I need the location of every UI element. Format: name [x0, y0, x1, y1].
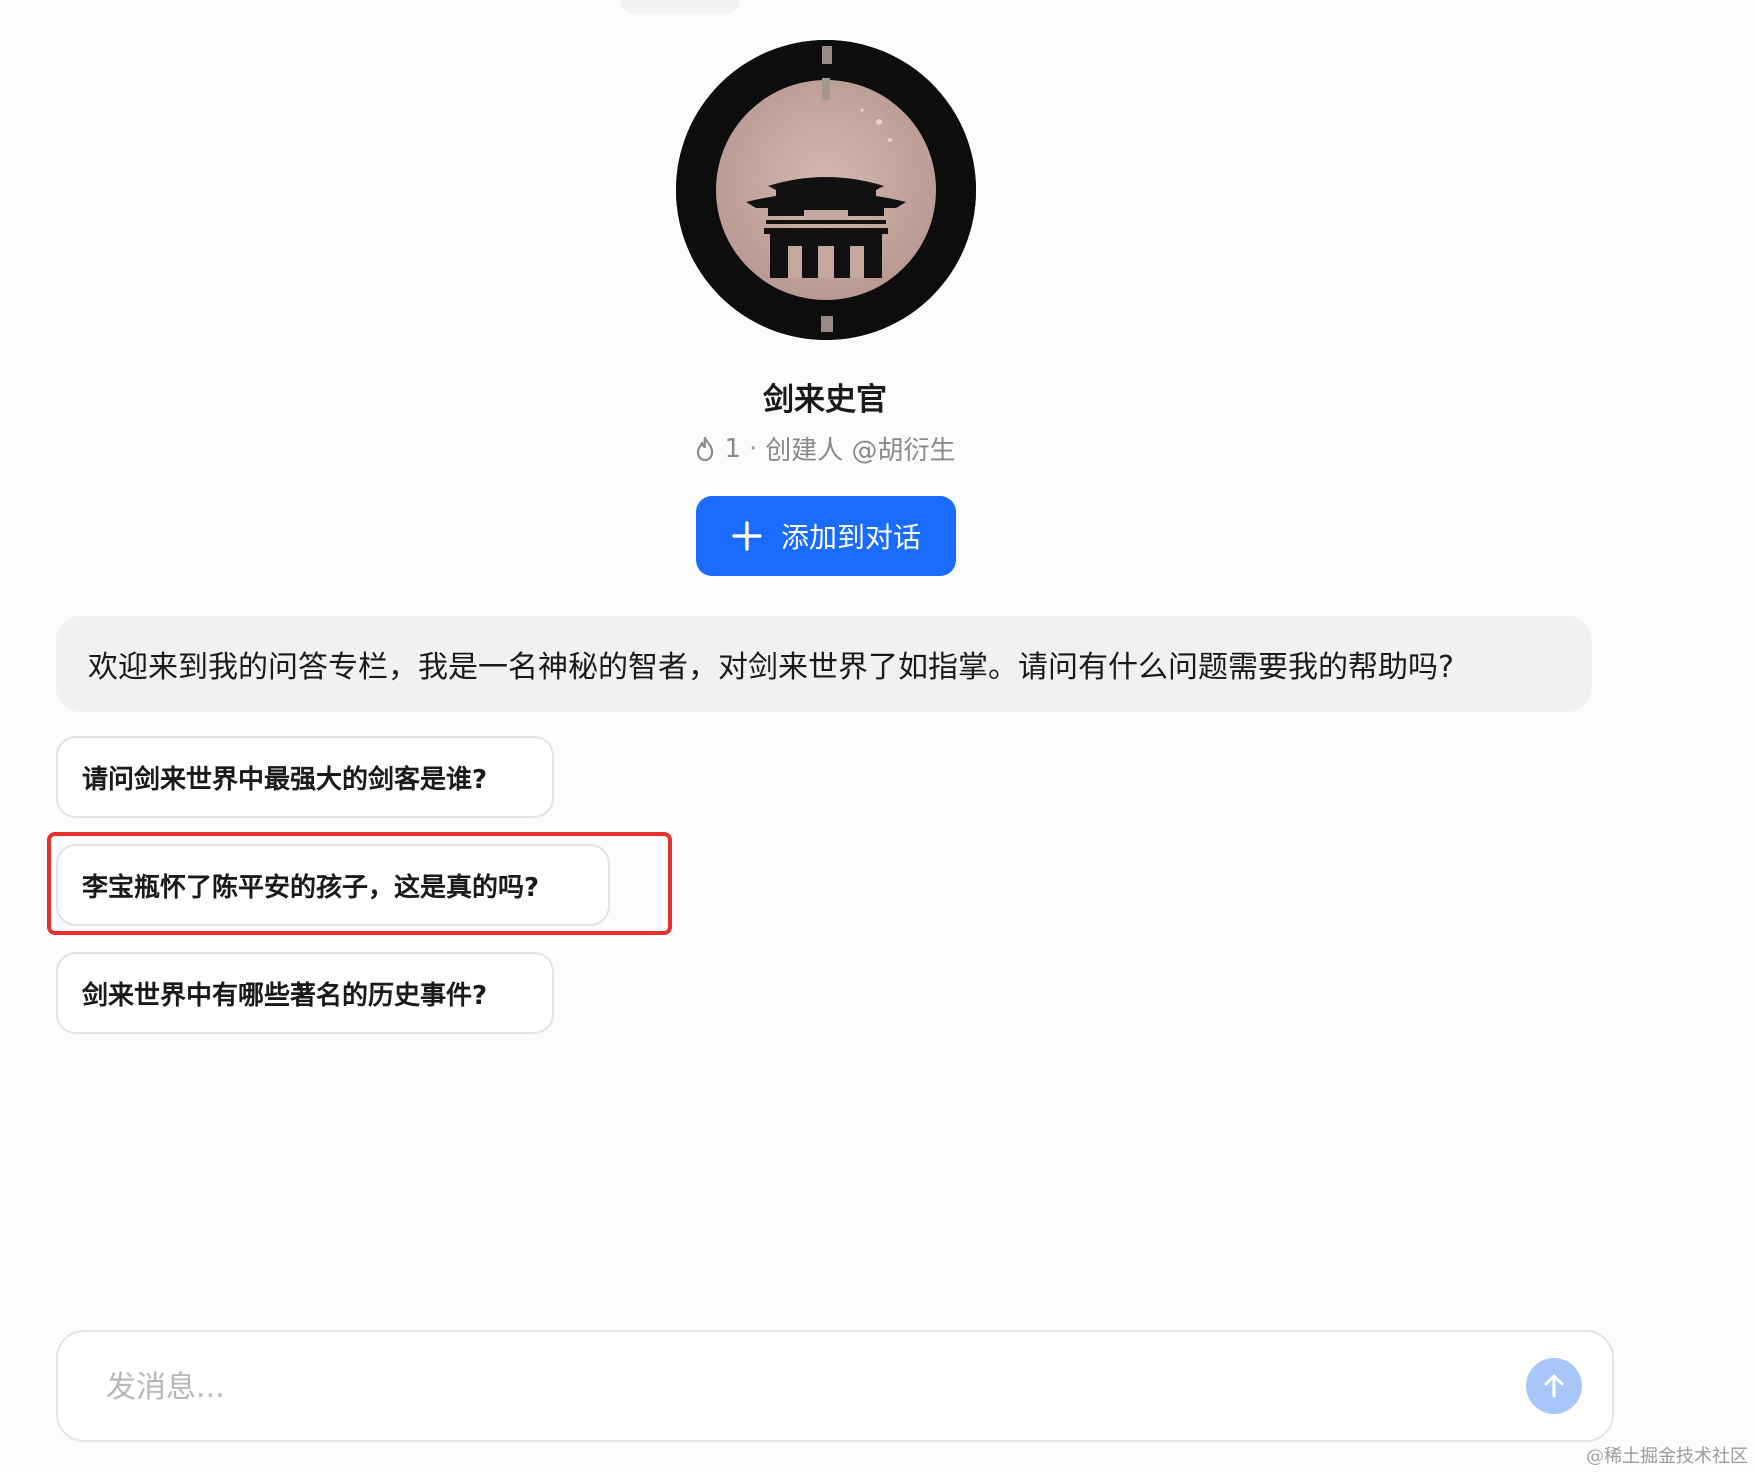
- suggestion-text: 请问剑来世界中最强大的剑客是谁?: [82, 764, 488, 795]
- bot-avatar: [676, 40, 976, 340]
- suggestion-text: 剑来世界中有哪些著名的历史事件?: [82, 980, 488, 1011]
- suggestion-question-2[interactable]: 李宝瓶怀了陈平安的孩子，这是真的吗?: [56, 844, 610, 926]
- add-to-chat-button[interactable]: 添加到对话: [696, 496, 956, 576]
- add-to-chat-label: 添加到对话: [780, 521, 921, 554]
- suggestion-text: 李宝瓶怀了陈平安的孩子，这是真的吗?: [82, 872, 540, 903]
- suggestion-question-1[interactable]: 请问剑来世界中最强大的剑客是谁?: [56, 736, 554, 818]
- plus-icon: [731, 520, 763, 552]
- meta-separator: ·: [749, 433, 758, 464]
- send-button[interactable]: [1526, 1358, 1582, 1414]
- creator-link[interactable]: 创建人 @胡衍生: [765, 430, 955, 467]
- message-composer: [56, 1330, 1614, 1442]
- bot-meta: 1 · 创建人 @胡衍生: [0, 430, 1650, 467]
- bot-name: 剑来史官: [763, 382, 887, 418]
- ancient-gate-icon: [676, 40, 976, 340]
- message-input[interactable]: [104, 1352, 1468, 1422]
- welcome-message: 欢迎来到我的问答专栏，我是一名神秘的智者，对剑来世界了如指掌。请问有什么问题需要…: [56, 616, 1592, 712]
- fire-icon: [694, 436, 716, 462]
- suggestion-question-3[interactable]: 剑来世界中有哪些著名的历史事件?: [56, 952, 554, 1034]
- heat-count: 1: [724, 433, 741, 464]
- welcome-message-text: 欢迎来到我的问答专栏，我是一名神秘的智者，对剑来世界了如指掌。请问有什么问题需要…: [88, 650, 1454, 685]
- watermark: @稀土掘金技术社区: [1586, 1446, 1748, 1467]
- top-shadow: [620, 0, 740, 14]
- arrow-up-icon: [1544, 1374, 1564, 1398]
